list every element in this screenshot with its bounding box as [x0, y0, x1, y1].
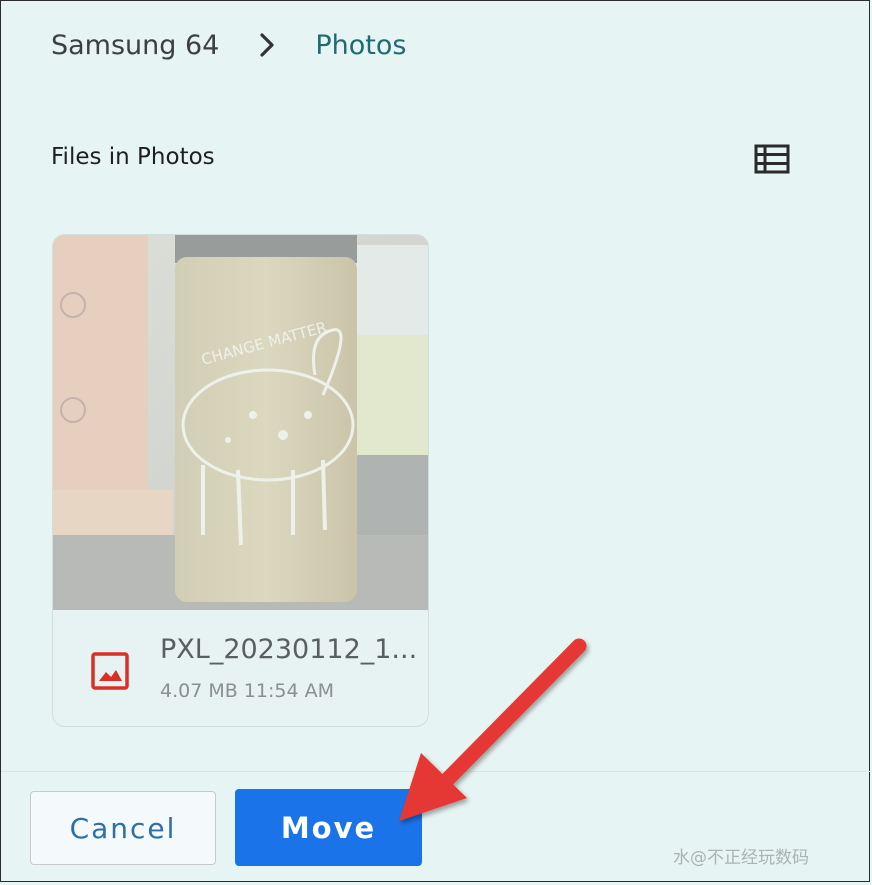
file-thumbnail: CHANGE MATTER: [53, 235, 428, 610]
breadcrumb-item-photos[interactable]: Photos: [315, 30, 406, 61]
breadcrumb-item-samsung-64[interactable]: Samsung 64: [51, 30, 219, 61]
image-icon: [90, 651, 130, 691]
watermark: 水@不正经玩数码: [673, 848, 809, 868]
section-title: Files in Photos: [51, 144, 215, 170]
file-info: PXL_20230112_1... 4.07 MB 11:54 AM: [53, 610, 428, 726]
list-view-icon[interactable]: [751, 141, 793, 177]
move-button[interactable]: Move: [235, 789, 422, 866]
file-meta: 4.07 MB 11:54 AM: [160, 680, 334, 702]
footer-divider: [1, 771, 871, 772]
breadcrumb: Samsung 64 Photos: [51, 27, 406, 63]
file-name: PXL_20230112_1...: [160, 634, 418, 665]
move-dialog: Samsung 64 Photos Files in Photos CHANGE…: [0, 0, 871, 882]
cancel-button[interactable]: Cancel: [30, 791, 216, 865]
chevron-right-icon: [257, 27, 277, 63]
file-card[interactable]: CHANGE MATTER PXL_20230112_1... 4.07 MB …: [52, 234, 429, 727]
